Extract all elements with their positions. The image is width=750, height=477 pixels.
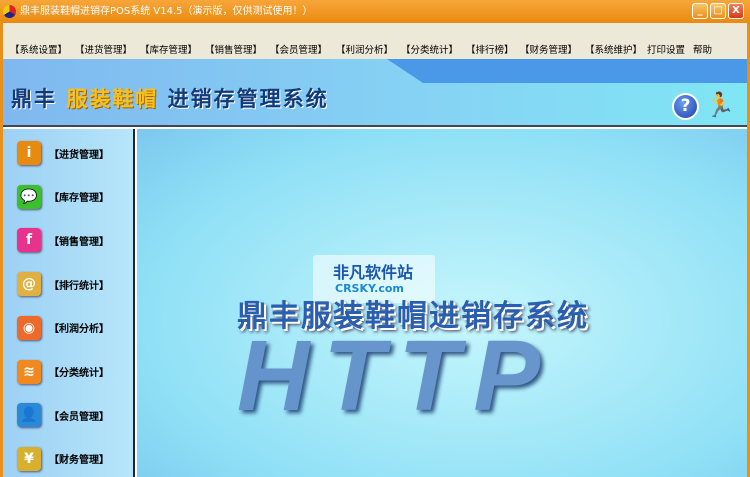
sidebar-item-label: 【进货管理】 bbox=[49, 149, 109, 161]
header-banner: 鼎丰 服装鞋帽 进销存管理系统 ? 🏃 bbox=[3, 59, 747, 127]
sidebar-item-finance[interactable]: ¥ 【财务管理】 bbox=[17, 445, 109, 473]
app-icon bbox=[3, 5, 16, 18]
menu-members[interactable]: 【会员管理】 bbox=[270, 42, 327, 56]
minimize-button[interactable]: _ bbox=[692, 3, 708, 19]
main-title: 鼎丰服装鞋帽进销存系统 bbox=[237, 299, 589, 334]
category-stats-icon: ≋ bbox=[17, 359, 41, 384]
logo-suffix: 进销存管理系统 bbox=[158, 86, 329, 111]
sidebar-item-label: 【分类统计】 bbox=[49, 368, 109, 379]
menu-sales[interactable]: 【销售管理】 bbox=[205, 42, 262, 56]
logo-prefix: 鼎丰 bbox=[11, 86, 67, 111]
maximize-button[interactable]: □ bbox=[710, 3, 726, 19]
inventory-icon: 💬 bbox=[17, 184, 41, 209]
members-icon: 👤 bbox=[17, 403, 41, 428]
title-bar: 鼎丰服装鞋帽进销存POS系统 V14.5（演示版，仅供测试使用！） _ □ X bbox=[0, 0, 750, 23]
window-title: 鼎丰服装鞋帽进销存POS系统 V14.5（演示版，仅供测试使用！） bbox=[20, 6, 313, 17]
watermark-cn: 非凡软件站 bbox=[333, 263, 414, 282]
menu-help[interactable]: 帮助 bbox=[693, 42, 712, 56]
sidebar: i 【进货管理】 💬 【库存管理】 f 【销售管理】 @ 【排行统计】 ◉ 【利润分析】 ≋ 【分类统… bbox=[3, 129, 135, 477]
app-logo: 鼎丰 服装鞋帽 进销存管理系统 bbox=[11, 83, 329, 113]
purchase-icon: i bbox=[17, 141, 41, 165]
sidebar-item-members[interactable]: 👤 【会员管理】 bbox=[17, 401, 109, 429]
menu-bar: 【系统设置】 【进货管理】 【库存管理】 【销售管理】 【会员管理】 【利润分析… bbox=[0, 23, 750, 59]
menu-finance[interactable]: 【财务管理】 bbox=[520, 42, 577, 56]
finance-icon: ¥ bbox=[17, 446, 41, 471]
sidebar-item-sales[interactable]: f 【销售管理】 bbox=[17, 226, 109, 254]
menu-purchase[interactable]: 【进货管理】 bbox=[75, 42, 132, 56]
menu-print-settings[interactable]: 打印设置 bbox=[647, 42, 685, 56]
sidebar-item-profit[interactable]: ◉ 【利润分析】 bbox=[17, 314, 109, 342]
sidebar-item-label: 【会员管理】 bbox=[49, 411, 109, 423]
close-button[interactable]: X bbox=[728, 3, 744, 19]
sidebar-item-inventory[interactable]: 💬 【库存管理】 bbox=[17, 183, 109, 211]
sidebar-item-ranking[interactable]: @ 【排行统计】 bbox=[17, 270, 109, 298]
sidebar-item-label: 【销售管理】 bbox=[49, 236, 109, 248]
menu-maintenance[interactable]: 【系统维护】 bbox=[585, 42, 642, 56]
profit-icon: ◉ bbox=[17, 315, 41, 340]
sales-icon: f bbox=[17, 228, 41, 253]
sidebar-item-label: 【财务管理】 bbox=[49, 455, 109, 467]
header-band bbox=[387, 59, 747, 83]
menu-profit[interactable]: 【利润分析】 bbox=[336, 42, 393, 56]
help-icon[interactable]: ? bbox=[672, 93, 699, 120]
sidebar-item-category-stats[interactable]: ≋ 【分类统计】 bbox=[17, 358, 109, 386]
menu-inventory[interactable]: 【库存管理】 bbox=[140, 42, 197, 56]
exit-runner-icon[interactable]: 🏃 bbox=[705, 91, 735, 119]
http-graphic: HTTP bbox=[237, 320, 555, 432]
menu-ranking[interactable]: 【排行榜】 bbox=[466, 42, 514, 56]
ranking-icon: @ bbox=[17, 272, 41, 297]
main-area: 非凡软件站 CRSKY.com HTTP 鼎丰服装鞋帽进销存系统 bbox=[137, 129, 747, 477]
menu-system-settings[interactable]: 【系统设置】 bbox=[10, 42, 67, 56]
sidebar-item-label: 【利润分析】 bbox=[49, 324, 109, 336]
sidebar-item-purchase[interactable]: i 【进货管理】 bbox=[17, 139, 109, 167]
menu-category-stats[interactable]: 【分类统计】 bbox=[401, 42, 458, 56]
logo-highlight: 服装鞋帽 bbox=[66, 86, 159, 111]
sidebar-item-label: 【库存管理】 bbox=[49, 193, 109, 205]
sidebar-item-label: 【排行统计】 bbox=[49, 280, 109, 292]
